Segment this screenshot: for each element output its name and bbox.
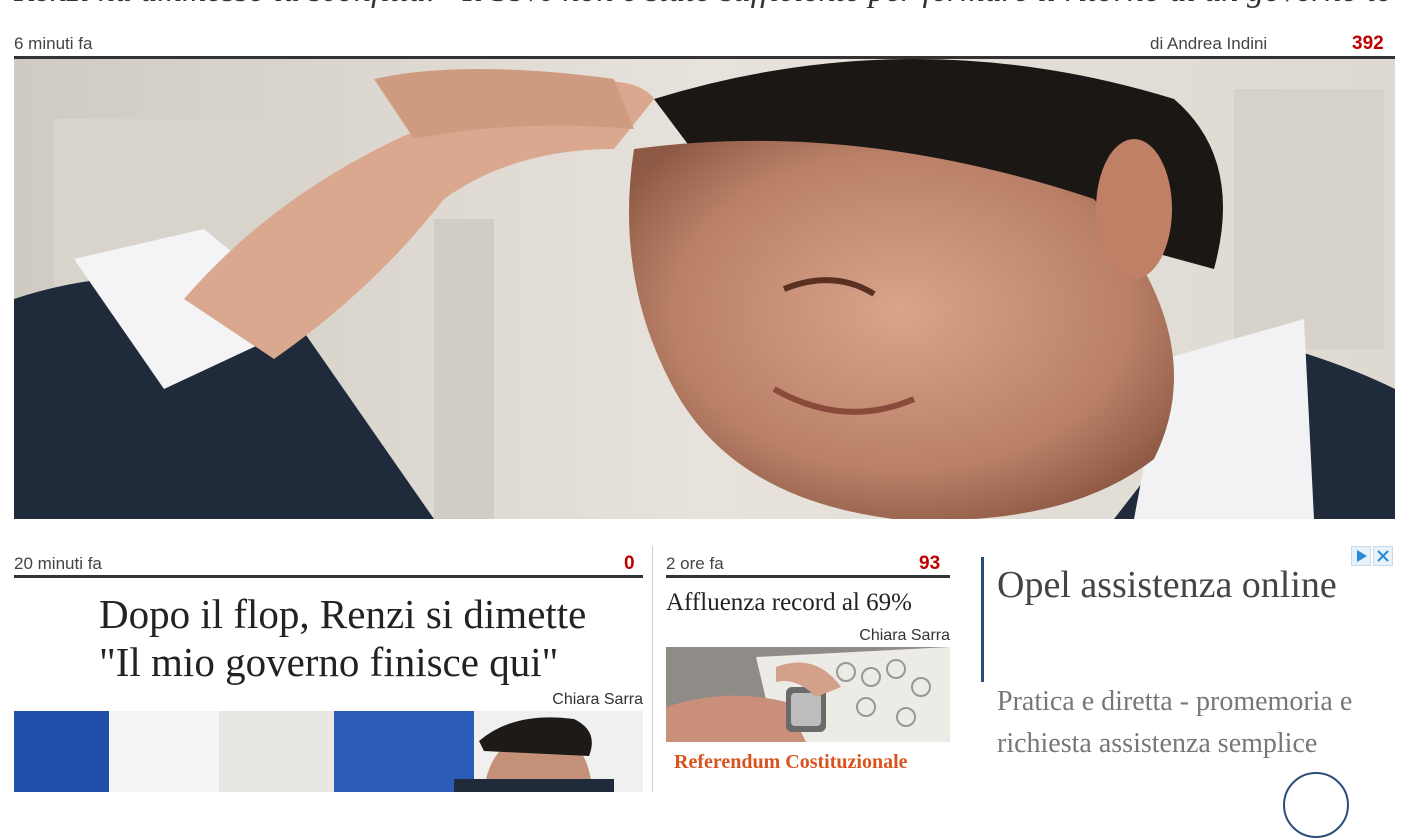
mid-story-photo[interactable] xyxy=(666,647,950,742)
mid-story-comment-count[interactable]: 93 xyxy=(919,553,940,575)
mid-story-author[interactable]: Chiara Sarra xyxy=(666,627,950,645)
mid-story-headline[interactable]: Affluenza record al 69% xyxy=(666,589,912,617)
ballot-stamp-image xyxy=(666,647,950,742)
left-story-comment-count[interactable]: 0 xyxy=(624,553,635,575)
left-story-divider xyxy=(14,575,643,578)
top-story-comment-count[interactable]: 392 xyxy=(1352,33,1384,55)
man-portrait-image xyxy=(14,59,1395,519)
ad-arrow-button[interactable] xyxy=(1283,772,1349,838)
column-separator xyxy=(652,546,653,792)
top-story-time: 6 minuti fa xyxy=(14,34,93,53)
left-story-headline-line2: "Il mio governo finisce qui" xyxy=(99,639,559,685)
ad-close-icon[interactable] xyxy=(1373,546,1393,566)
left-story-headline-line1: Dopo il flop, Renzi si dimette xyxy=(99,591,587,637)
mid-story-category-tag[interactable]: Referendum Costituzionale xyxy=(674,751,908,774)
close-x-icon xyxy=(1377,550,1389,562)
left-story-author[interactable]: Chiara Sarra xyxy=(14,691,643,709)
ad-title[interactable]: Opel assistenza online xyxy=(997,557,1357,614)
mid-story-time: 2 ore fa xyxy=(666,554,724,573)
left-story-time: 20 minuti fa xyxy=(14,554,102,573)
left-story-photo[interactable] xyxy=(14,711,643,792)
top-story-photo[interactable] xyxy=(14,59,1395,519)
mid-story-divider xyxy=(666,575,950,578)
ad-description[interactable]: Pratica e diretta - promemoria e richies… xyxy=(997,681,1387,765)
left-story-headline[interactable]: Dopo il flop, Renzi si dimette "Il mio g… xyxy=(99,590,586,686)
top-story-author[interactable]: di Andrea Indini xyxy=(1150,34,1267,54)
renzi-flags-image xyxy=(14,711,643,792)
ad-accent-bar xyxy=(981,557,984,682)
cut-off-headline[interactable]: Renzi ha ammesso la sconfitta: «Il 59% n… xyxy=(14,0,1394,10)
